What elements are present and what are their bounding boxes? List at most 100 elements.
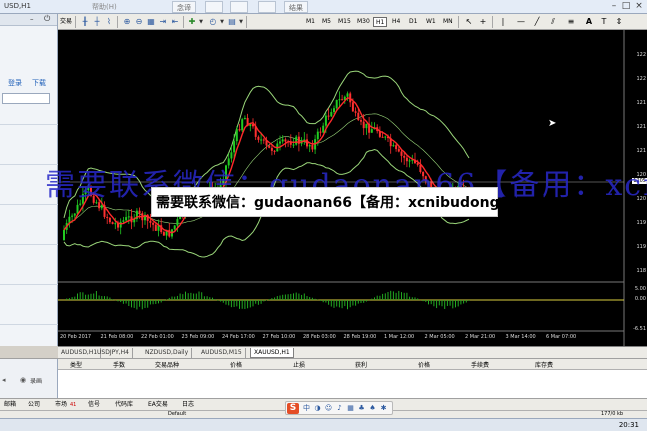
tab-mailbox[interactable]: 邮箱 <box>4 400 16 410</box>
dropdown-arrow-icon[interactable]: ▼ <box>196 17 206 27</box>
period-h4[interactable]: H4 <box>390 17 402 27</box>
chart-shift-icon[interactable]: ⇤ <box>170 17 180 27</box>
channel-icon[interactable]: ⫽ <box>548 17 558 27</box>
col-type[interactable]: 类型 <box>70 360 82 369</box>
time-axis-label: 24 Feb 17:00 <box>222 334 255 340</box>
tab-nzdusd-daily[interactable]: NZDUSD,Daily <box>142 348 193 358</box>
record-label[interactable]: 录画 <box>30 376 42 385</box>
fibonacci-icon[interactable]: ≡ <box>566 17 576 27</box>
pill-blank-3[interactable] <box>258 1 276 13</box>
arrows-icon[interactable]: ⇕ <box>614 17 624 27</box>
trade-button[interactable]: 交易 <box>58 17 74 27</box>
text-icon[interactable]: A <box>584 17 594 27</box>
col-price-current[interactable]: 价格 <box>418 360 430 369</box>
period-h1[interactable]: H1 <box>373 17 388 27</box>
pill-result[interactable]: 结果 <box>284 1 308 13</box>
candle-body <box>324 115 327 126</box>
candle-body <box>138 210 141 214</box>
zoom-out-icon[interactable]: ⊖ <box>134 17 144 27</box>
price-axis-label: 121 <box>636 100 646 106</box>
tab-signals[interactable]: 信号 <box>88 400 100 410</box>
col-swap[interactable]: 库存费 <box>535 360 553 369</box>
candle-body <box>106 216 109 218</box>
period-d1[interactable]: D1 <box>407 17 419 27</box>
cursor-icon[interactable]: ↖ <box>464 17 474 27</box>
chinese-mode-icon[interactable]: 中 <box>302 404 311 413</box>
candle-body <box>154 224 157 231</box>
col-commission[interactable]: 手续费 <box>471 360 489 369</box>
tab-audusd-m15[interactable]: AUDUSD,M15 <box>198 348 246 358</box>
keyboard-icon[interactable]: ▦ <box>346 404 355 413</box>
pill-blank-1[interactable] <box>205 1 223 13</box>
divider <box>0 324 58 325</box>
period-mn[interactable]: MN <box>441 17 455 27</box>
crosshair-icon[interactable]: + <box>478 17 488 27</box>
contact-banner: 需要联系微信：gudaonan66【备用：xcnibudong0105】 <box>151 187 553 217</box>
left-panel-input[interactable] <box>2 93 50 104</box>
tab-experts[interactable]: EA交易 <box>148 400 168 410</box>
candle-body <box>73 213 76 216</box>
period-m15[interactable]: M15 <box>336 17 353 27</box>
tab-company[interactable]: 公司 <box>28 400 40 410</box>
settings-icon[interactable]: ✱ <box>379 404 388 413</box>
dropdown-arrow-icon[interactable]: ▼ <box>217 17 227 27</box>
line-chart-icon[interactable]: ⌇ <box>104 17 114 27</box>
login-link[interactable]: 登录 <box>8 78 22 88</box>
shirt-icon[interactable]: ♠ <box>368 404 377 413</box>
divider <box>0 244 58 245</box>
auto-scroll-icon[interactable]: ⇥ <box>158 17 168 27</box>
power-icon[interactable]: ⏻ <box>44 14 50 24</box>
period-m1[interactable]: M1 <box>304 17 317 27</box>
candle-chart-icon[interactable]: ┼ <box>92 17 102 27</box>
candle-body <box>341 99 344 101</box>
bar-chart-icon[interactable]: ╫ <box>80 17 90 27</box>
period-w1[interactable]: W1 <box>424 17 438 27</box>
tile-windows-icon[interactable]: ▦ <box>146 17 156 27</box>
period-m5[interactable]: M5 <box>320 17 333 27</box>
candle-body <box>235 129 238 142</box>
minimize-button[interactable]: – <box>608 1 620 12</box>
horizontal-line-icon[interactable]: — <box>516 17 526 27</box>
zoom-in-icon[interactable]: ⊕ <box>122 17 132 27</box>
col-volume[interactable]: 手数 <box>113 360 125 369</box>
sogou-logo-icon[interactable]: S <box>287 403 299 414</box>
tab-code-base[interactable]: 代码库 <box>115 400 133 410</box>
emoji-icon[interactable]: ☺ <box>324 404 333 413</box>
divider <box>117 16 118 28</box>
skin-icon[interactable]: ♣ <box>357 404 366 413</box>
trendline-icon[interactable]: ╱ <box>532 17 542 27</box>
tab-journal[interactable]: 日志 <box>182 400 194 410</box>
pill-note[interactable]: 念谛 <box>172 1 196 13</box>
left-panel-minimize-icon[interactable]: – <box>30 15 34 23</box>
record-icon[interactable]: ◉ <box>20 376 26 384</box>
pill-blank-2[interactable] <box>230 1 248 13</box>
dropdown-arrow-icon[interactable]: ▼ <box>236 17 246 27</box>
punctuation-icon[interactable]: ◑ <box>313 404 322 413</box>
candle-body <box>257 136 260 140</box>
tab-usdjpy-h4[interactable]: USDJPY,H4 <box>94 348 133 358</box>
left-arrow-icon[interactable]: ◂ <box>2 376 6 384</box>
col-symbol[interactable]: 交易品种 <box>155 360 179 369</box>
candle-body <box>241 119 244 131</box>
time-axis-label: 6 Mar 07:00 <box>546 334 577 340</box>
time-axis-label: 20 Feb 2017 <box>60 334 92 340</box>
candle-body <box>273 150 276 152</box>
col-price[interactable]: 价格 <box>230 360 242 369</box>
download-link[interactable]: 下载 <box>32 78 46 88</box>
close-button[interactable]: × <box>633 1 645 12</box>
period-m30[interactable]: M30 <box>355 17 372 27</box>
menu-help[interactable]: 帮助(H) <box>92 2 117 12</box>
vertical-line-icon[interactable]: | <box>498 17 508 27</box>
mic-icon[interactable]: ♪ <box>335 404 344 413</box>
col-sl[interactable]: 止损 <box>293 360 305 369</box>
candle-body <box>71 215 74 217</box>
tab-xauusd-h1[interactable]: XAUUSD,H1 <box>250 348 294 358</box>
label-icon[interactable]: T <box>599 17 609 27</box>
candle-body <box>308 145 311 147</box>
tab-market[interactable]: 市场 <box>55 400 67 410</box>
col-tp[interactable]: 获利 <box>355 360 367 369</box>
maximize-button[interactable]: □ <box>620 1 632 12</box>
price-axis-label: 119 <box>636 244 646 250</box>
candle-body <box>122 220 125 222</box>
candle-body <box>346 93 349 97</box>
